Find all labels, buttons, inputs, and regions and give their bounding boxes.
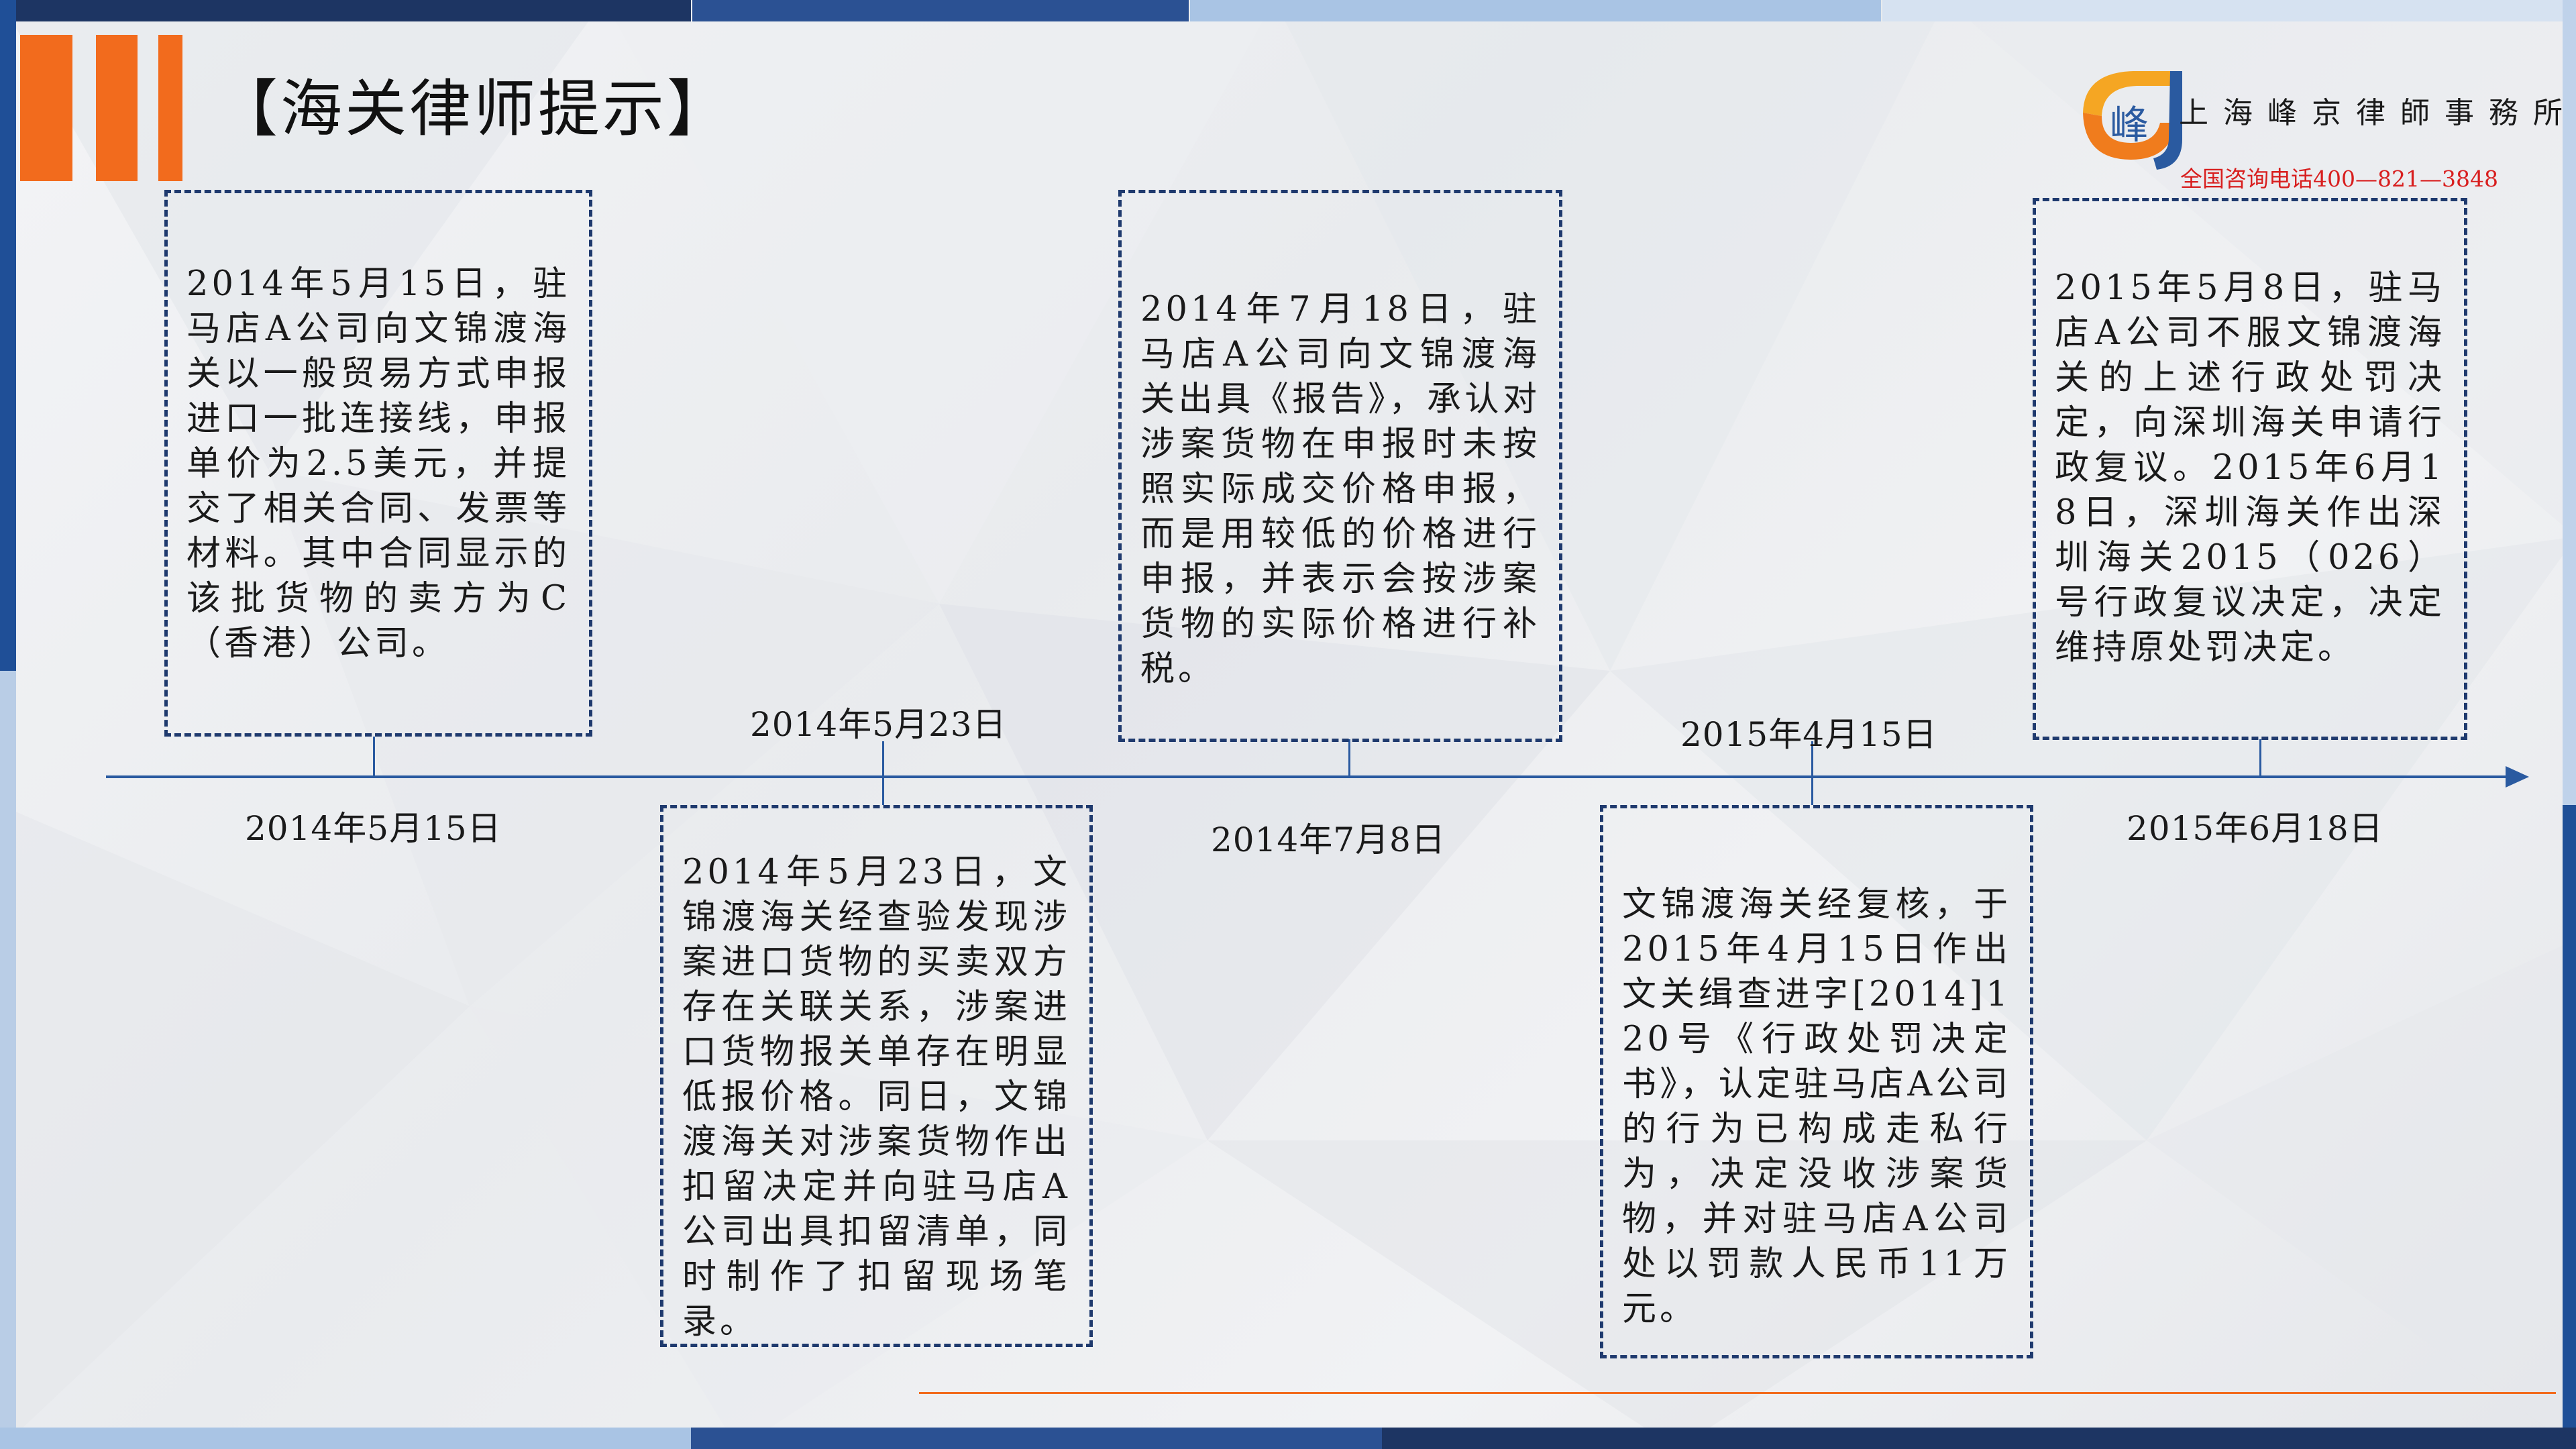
event-text-5: 2015年5月8日，驻马店A公司不服文锦渡海关的上述行政处罚决定，向深圳海关申请… (2055, 268, 2445, 667)
event-text-1: 2014年5月15日，驻马店A公司向文锦渡海关以一般贸易方式申报进口一批连接线，… (186, 264, 570, 663)
event-box-1: 2014年5月15日，驻马店A公司向文锦渡海关以一般贸易方式申报进口一批连接线，… (164, 190, 592, 737)
event-box-4: 文锦渡海关经复核，于2015年4月15日作出文关缉查进字[2014]120号《行… (1600, 805, 2033, 1358)
event-text-2: 2014年5月23日，文锦渡海关经查验发现涉案进口货物的买卖双方存在关联关系，涉… (682, 853, 1071, 1342)
timeline-arrow-icon (2506, 766, 2529, 788)
timeline-date-5: 2015年6月18日 (2127, 809, 2383, 848)
event-text-4: 文锦渡海关经复核，于2015年4月15日作出文关缉查进字[2014]120号《行… (1622, 885, 2011, 1329)
timeline-date-4: 2015年4月15日 (1680, 715, 1937, 754)
event-box-5: 2015年5月8日，驻马店A公司不服文锦渡海关的上述行政处罚决定，向深圳海关申请… (2033, 198, 2467, 740)
timeline-date-1: 2014年5月15日 (245, 809, 502, 848)
connector-3 (1348, 739, 1350, 777)
timeline-date-2: 2014年5月23日 (750, 705, 1007, 744)
event-box-2: 2014年5月23日，文锦渡海关经查验发现涉案进口货物的买卖双方存在关联关系，涉… (660, 805, 1093, 1347)
timeline-date-3: 2014年7月8日 (1211, 820, 1446, 859)
connector-1 (373, 737, 375, 777)
event-box-3: 2014年7月18日，驻马店A公司向文锦渡海关出具《报告》，承认对涉案货物在申报… (1118, 190, 1562, 742)
connector-5 (2259, 739, 2261, 777)
connector-2 (882, 741, 884, 805)
event-text-3: 2014年7月18日，驻马店A公司向文锦渡海关出具《报告》，承认对涉案货物在申报… (1140, 290, 1540, 689)
slide: 【海关律师提示】 峰 上海峰京律師事務所 全国咨询电话400—821—3848 … (0, 0, 2576, 1449)
